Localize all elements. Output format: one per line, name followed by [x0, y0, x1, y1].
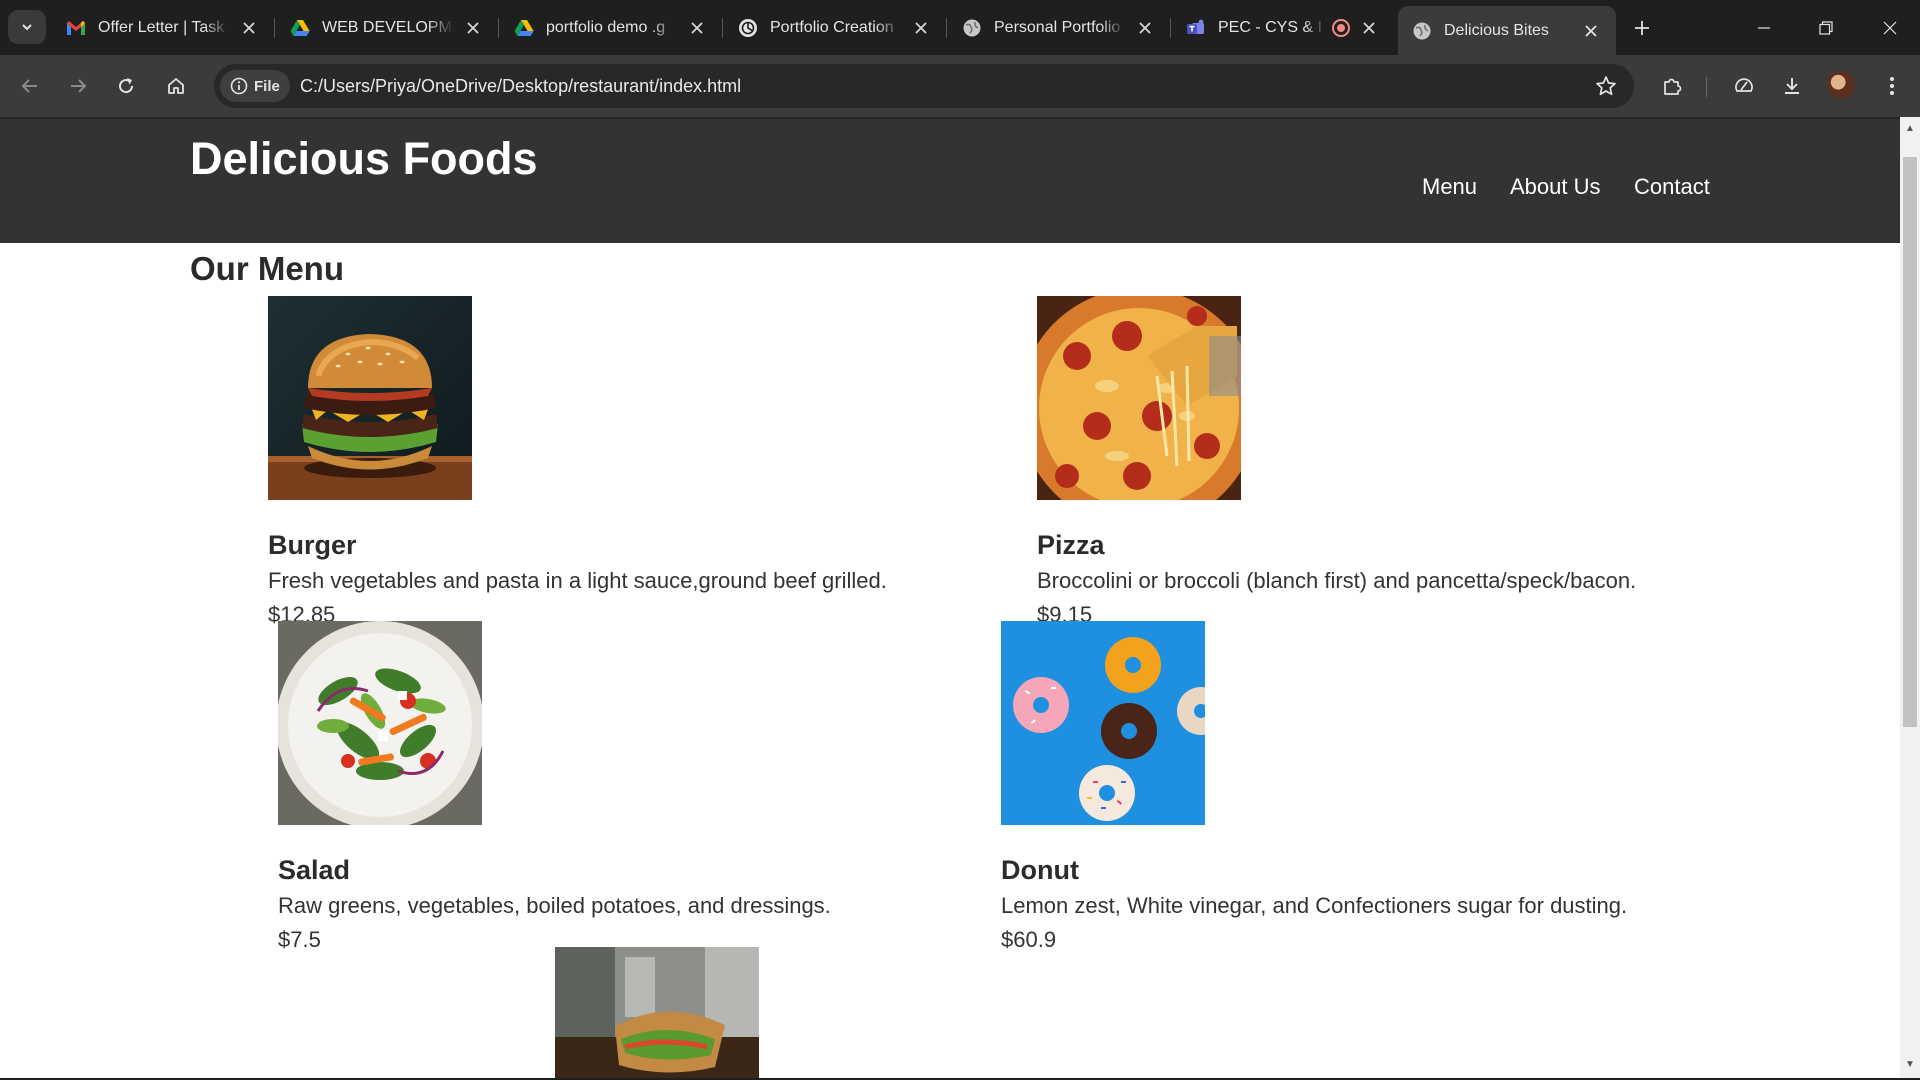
downloads-button[interactable] [1774, 68, 1810, 104]
performance-button[interactable] [1726, 68, 1762, 104]
item-description: Raw greens, vegetables, boiled potatoes,… [278, 893, 831, 918]
item-name: Burger [268, 530, 357, 560]
item-name: Donut [1001, 855, 1079, 885]
site-header: Delicious Foods Menu About Us Contact [0, 117, 1900, 243]
extensions-button[interactable] [1654, 68, 1690, 104]
close-icon[interactable] [1356, 15, 1382, 41]
close-icon[interactable] [1578, 18, 1604, 44]
menu-button[interactable] [1874, 68, 1910, 104]
puzzle-icon [1664, 78, 1682, 95]
item-name: Salad [278, 855, 351, 885]
donut-photo [1001, 621, 1205, 825]
drive-icon [290, 18, 310, 38]
salad-photo [278, 621, 482, 825]
page-viewport: Delicious Foods Menu About Us Contact Ou… [0, 117, 1900, 1079]
info-icon [230, 77, 248, 95]
tab-title: Personal Portfolio [994, 19, 1121, 36]
recording-icon [1332, 19, 1350, 37]
close-icon[interactable] [1132, 15, 1158, 41]
tab-separator [274, 18, 275, 38]
download-icon [1785, 78, 1799, 94]
tab-separator [946, 18, 947, 38]
drive-icon [514, 18, 534, 38]
forward-arrow-icon [71, 79, 87, 93]
teams-icon [1186, 18, 1206, 38]
burger-photo [268, 296, 472, 500]
scroll-up-arrow-icon[interactable]: ▲ [1904, 123, 1916, 135]
item-price: $7.5 [278, 927, 321, 952]
tab-title: WEB DEVELOPME [322, 19, 454, 36]
close-icon[interactable] [908, 15, 934, 41]
restore-button[interactable] [1798, 0, 1854, 55]
site-info-chip[interactable]: File [220, 70, 290, 102]
toolbar-divider [1706, 77, 1707, 97]
speedometer-icon [1735, 78, 1753, 92]
chatgpt-icon [738, 18, 758, 38]
item-price: $60.9 [1001, 927, 1057, 952]
tab-separator [722, 18, 723, 38]
tab-title: Portfolio Creation [770, 19, 894, 36]
item-description: Fresh vegetables and pasta in a light sa… [268, 568, 887, 593]
tab-personal-portfolio[interactable]: Personal Portfolio [948, 8, 1171, 48]
nav-about-link[interactable]: About Us [1510, 174, 1601, 200]
gmail-icon [66, 18, 86, 38]
tab-separator [1170, 18, 1171, 38]
close-icon [1883, 21, 1897, 34]
back-arrow-icon [21, 79, 37, 93]
nav-contact-link[interactable]: Contact [1634, 174, 1710, 200]
scroll-down-arrow-icon[interactable]: ▼ [1904, 1059, 1916, 1071]
item-description: Lemon zest, White vinegar, and Confectio… [1001, 893, 1628, 918]
reload-icon [119, 78, 134, 94]
globe-icon [962, 18, 982, 38]
page-scrollbar[interactable]: ▲ ▼ [1900, 117, 1920, 1079]
bookmark-button[interactable] [1592, 72, 1620, 100]
globe-icon [1412, 21, 1432, 41]
back-button[interactable] [12, 68, 48, 104]
tab-web-development[interactable]: WEB DEVELOPME [276, 8, 499, 48]
tab-pec-cys[interactable]: PEC - CYS & I [1172, 8, 1394, 48]
file-chip-label: File [254, 77, 280, 95]
tab-title: Delicious Bites [1444, 21, 1549, 39]
url-text[interactable]: C:/Users/Priya/OneDrive/Desktop/restaura… [300, 76, 741, 97]
minimize-button[interactable] [1736, 0, 1792, 55]
item-name: Pizza [1037, 530, 1105, 560]
home-button[interactable] [158, 68, 194, 104]
tab-search-button[interactable] [8, 10, 46, 44]
chevron-down-icon [22, 24, 32, 31]
sandwich-photo [555, 947, 759, 1079]
tab-separator [498, 18, 499, 38]
tab-portfolio-creation[interactable]: Portfolio Creation [724, 8, 947, 48]
new-tab-button[interactable] [1626, 12, 1658, 44]
forward-button[interactable] [60, 68, 96, 104]
tab-delicious-bites[interactable]: Delicious Bites [1398, 6, 1616, 55]
tab-title: portfolio demo .g [546, 19, 666, 36]
menu-heading: Our Menu [190, 250, 344, 287]
address-bar[interactable]: File C:/Users/Priya/OneDrive/Desktop/res… [214, 64, 1634, 108]
minimize-icon [1758, 26, 1770, 29]
tab-title: PEC - CYS & I [1218, 19, 1323, 36]
tab-portfolio-demo[interactable]: portfolio demo .g [500, 8, 723, 48]
more-vertical-icon [1890, 77, 1894, 95]
nav-menu-link[interactable]: Menu [1422, 174, 1477, 200]
item-description: Broccolini or broccoli (blanch first) an… [1037, 568, 1637, 593]
star-icon [1596, 76, 1616, 96]
home-icon [168, 78, 184, 94]
browser-toolbar: File C:/Users/Priya/OneDrive/Desktop/res… [0, 55, 1920, 117]
plus-icon [1635, 21, 1649, 35]
reload-button[interactable] [108, 68, 144, 104]
scrollbar-thumb[interactable] [1903, 157, 1917, 727]
tab-strip: Offer Letter | Task WEB DEVELOPME portfo… [0, 0, 1920, 55]
close-icon[interactable] [684, 15, 710, 41]
tab-title: Offer Letter | Task [98, 19, 225, 36]
restore-icon [1819, 20, 1833, 35]
profile-avatar[interactable] [1827, 71, 1855, 99]
close-window-button[interactable] [1862, 0, 1918, 55]
site-title: Delicious Foods [190, 133, 538, 184]
pizza-photo [1037, 296, 1241, 500]
tab-offer-letter[interactable]: Offer Letter | Task [52, 8, 275, 48]
close-icon[interactable] [460, 15, 486, 41]
close-icon[interactable] [236, 15, 262, 41]
